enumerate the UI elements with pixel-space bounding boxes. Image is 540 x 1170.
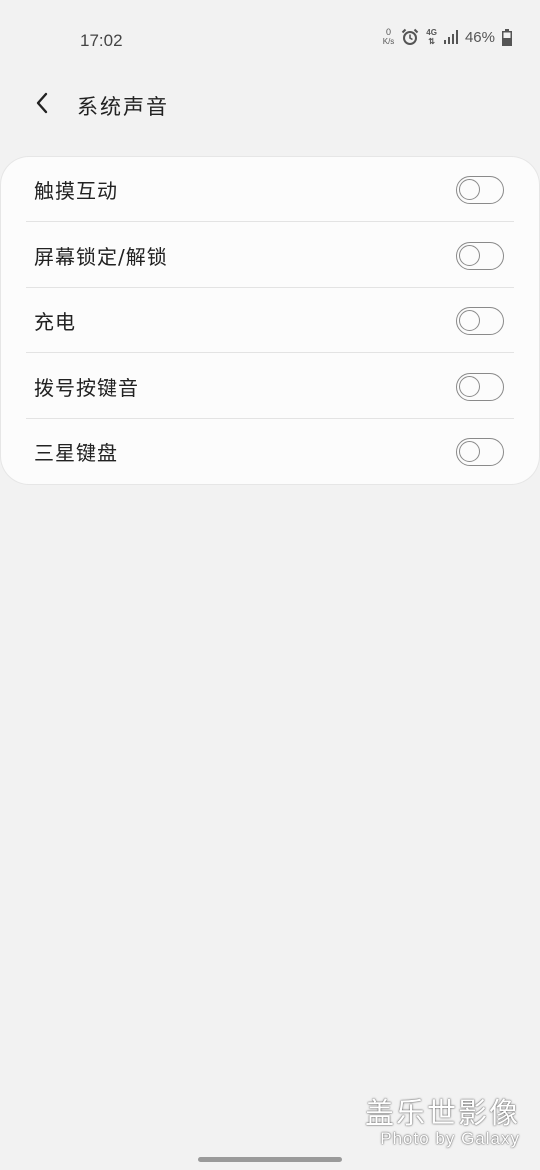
home-indicator[interactable] (198, 1157, 342, 1162)
setting-row-dial-keypad[interactable]: 拨号按键音 (26, 354, 514, 419)
toggle-knob (459, 309, 480, 331)
toggle-knob (459, 244, 480, 266)
watermark-subtitle: Photo by Galaxy (380, 1129, 520, 1148)
network-speed: 0 K/s (382, 27, 395, 47)
back-button[interactable] (28, 90, 56, 120)
toggle-knob (459, 178, 480, 200)
setting-label: 屏幕锁定/解锁 (34, 245, 168, 269)
watermark-title: 盖乐世影像 (364, 1096, 520, 1130)
screen-lock-toggle[interactable] (456, 241, 504, 270)
battery-percent: 46% (464, 28, 495, 46)
alarm-icon (401, 28, 419, 46)
status-bar: 17:02 0 K/s 4G ⇅ 46% (0, 0, 540, 80)
data-arrows-icon: ⇅ (428, 37, 435, 46)
network-type-label: 4G (426, 28, 437, 37)
setting-label: 拨号按键音 (34, 376, 139, 400)
app-header: 系统声音 (0, 82, 540, 128)
page-title: 系统声音 (77, 95, 169, 119)
toggle-knob (459, 375, 480, 397)
network-speed-unit: K/s (382, 37, 395, 46)
battery-icon (502, 28, 512, 46)
charging-toggle[interactable] (456, 306, 504, 335)
setting-row-screen-lock[interactable]: 屏幕锁定/解锁 (26, 223, 514, 288)
toggle-knob (459, 440, 480, 462)
network-speed-value: 0 (386, 27, 392, 37)
setting-label: 触摸互动 (34, 179, 118, 203)
settings-card: 触摸互动 屏幕锁定/解锁 充电 拨号按键音 三星键盘 (1, 157, 539, 484)
setting-row-touch-interaction[interactable]: 触摸互动 (26, 157, 514, 222)
setting-row-samsung-keyboard[interactable]: 三星键盘 (26, 419, 514, 484)
status-icons: 0 K/s 4G ⇅ 46% (383, 28, 512, 46)
signal-icon (443, 30, 458, 44)
watermark: 盖乐世影像 Photo by Galaxy (365, 1097, 520, 1149)
touch-interaction-toggle[interactable] (456, 175, 504, 204)
setting-label: 三星键盘 (34, 441, 118, 465)
setting-label: 充电 (34, 310, 76, 334)
setting-row-charging[interactable]: 充电 (26, 288, 514, 353)
dial-keypad-toggle[interactable] (456, 372, 504, 401)
chevron-left-icon (34, 91, 50, 119)
samsung-keyboard-toggle[interactable] (456, 437, 504, 466)
status-time: 17:02 (80, 31, 123, 50)
network-type: 4G ⇅ (426, 28, 437, 46)
